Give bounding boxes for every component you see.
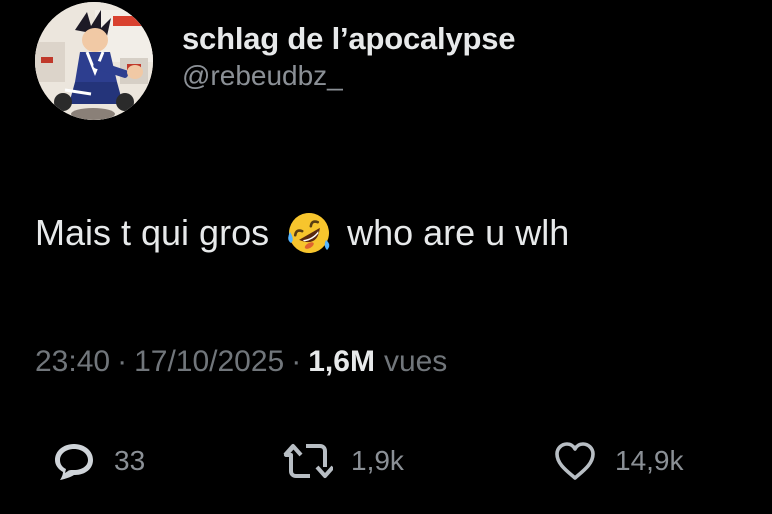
author-block: schlag de l’apocalypse @rebeudbz_ [182,20,516,94]
meta-separator: · [117,345,128,378]
like-count: 14,9k [615,445,684,476]
tweet-time[interactable]: 23:40 [35,342,110,382]
profile-avatar-icon [35,2,153,120]
username-handle[interactable]: @rebeudbz_ [182,58,515,94]
display-name[interactable]: schlag de l’apocalypse [182,20,516,58]
tweet-meta: 23:40 · 17/10/2025 · 1,6M vues [35,342,447,382]
retweet-count: 1,9k [351,445,404,476]
heart-icon [555,442,595,480]
rolling-on-floor-laughing-emoji-icon [281,210,337,256]
meta-separator: · [291,345,302,378]
tweet-text-part-1: Mais t qui gros [35,212,270,253]
tweet-text-part-2: who are u wlh [347,212,570,253]
like-button[interactable]: 14,9k [553,436,684,486]
reply-button[interactable]: 33 [52,436,145,486]
tweet-text: Mais t qui gros who are u wlh [35,210,569,256]
views-label: vues [383,345,448,378]
views-count: 1,6M [308,345,375,378]
reply-bubble-icon [55,444,93,480]
reply-count: 33 [114,445,146,476]
retweet-icon [283,444,333,478]
tweet-card: schlag de l’apocalypse @rebeudbz_ Mais t… [0,0,772,514]
avatar[interactable] [35,2,153,120]
retweet-button[interactable]: 1,9k [283,436,404,486]
tweet-date[interactable]: 17/10/2025 [134,342,284,382]
